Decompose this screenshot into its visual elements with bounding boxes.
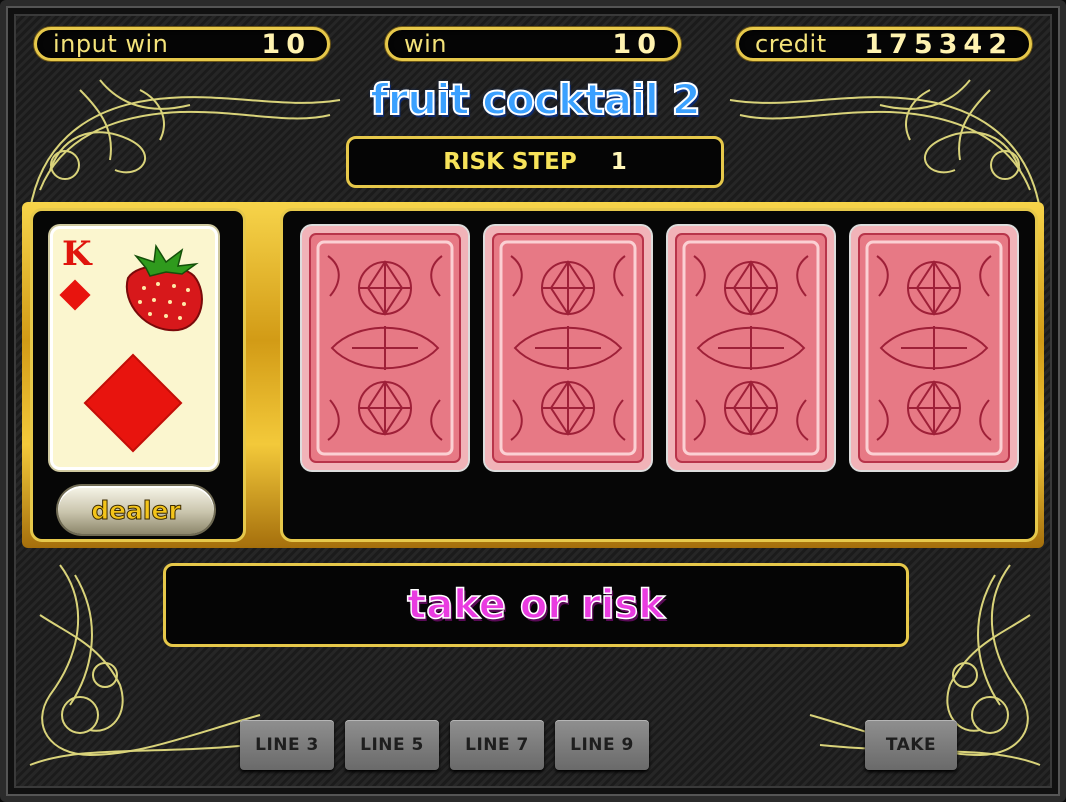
credit-label: credit xyxy=(755,30,827,58)
player-card-4[interactable] xyxy=(851,226,1017,470)
line-3-button[interactable]: LINE 3 xyxy=(240,720,334,770)
line-5-button[interactable]: LINE 5 xyxy=(345,720,439,770)
risk-step-label: RISK STEP xyxy=(443,149,577,175)
win-label: win xyxy=(404,30,448,58)
credit-meter: credit 175342 xyxy=(736,27,1032,61)
risk-step-value: 1 xyxy=(610,149,627,175)
take-button[interactable]: TAKE xyxy=(865,720,957,770)
player-card-2[interactable] xyxy=(485,226,651,470)
dealer-button[interactable]: dealer xyxy=(58,486,214,534)
input-win-value: 10 xyxy=(261,28,311,60)
card-back-pattern-icon xyxy=(851,226,1017,470)
player-card-3[interactable] xyxy=(668,226,834,470)
line-7-button[interactable]: LINE 7 xyxy=(450,720,544,770)
risk-step-panel: RISK STEP 1 xyxy=(346,136,724,188)
player-card-1[interactable] xyxy=(302,226,468,470)
input-win-label: input win xyxy=(53,30,169,58)
card-back-pattern-icon xyxy=(302,226,468,470)
win-meter: win 10 xyxy=(385,27,681,61)
message-text: take or risk xyxy=(406,581,665,629)
credit-value: 175342 xyxy=(864,28,1013,60)
input-win-meter: input win 10 xyxy=(34,27,330,61)
game-title: fruit cocktail 2 xyxy=(369,74,702,125)
card-back-pattern-icon xyxy=(485,226,651,470)
card-back-pattern-icon xyxy=(668,226,834,470)
small-diamond-icon xyxy=(59,279,91,311)
win-value: 10 xyxy=(612,28,662,60)
strawberry-icon xyxy=(125,243,203,332)
line-9-button[interactable]: LINE 9 xyxy=(555,720,649,770)
dealer-card: K xyxy=(50,226,218,470)
dealer-card-rank: K xyxy=(62,234,92,274)
big-diamond-icon xyxy=(83,353,183,453)
message-box: take or risk xyxy=(163,563,909,647)
